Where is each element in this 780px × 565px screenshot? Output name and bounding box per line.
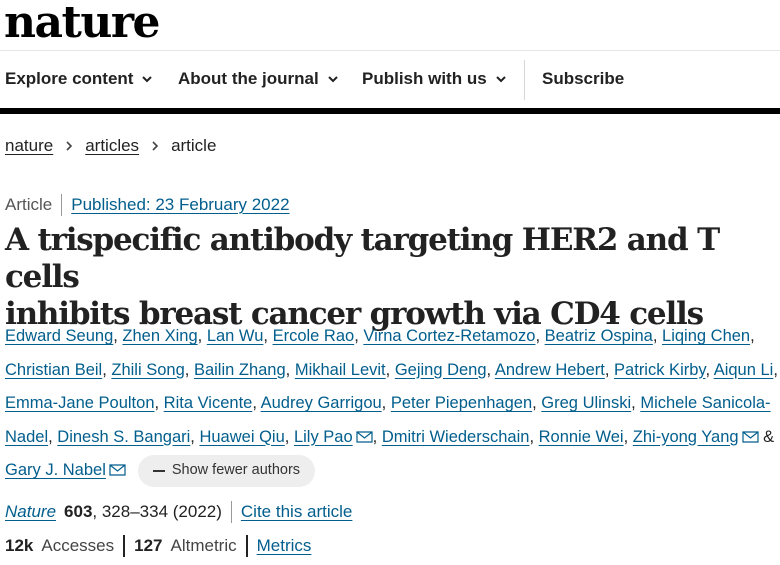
nav-about-journal-label: About the journal <box>178 69 319 88</box>
author-link[interactable]: Ronnie Wei <box>539 428 624 446</box>
chevron-down-icon <box>328 76 338 83</box>
author-link[interactable]: Ercole Rao <box>273 327 355 345</box>
nav-subscribe-label: Subscribe <box>542 69 625 88</box>
citation-line: Nature 603 , 328–334 (2022) Cite this ar… <box>5 501 352 523</box>
author-link[interactable]: Audrey Garrigou <box>261 394 382 412</box>
author-link[interactable]: Edward Seung <box>5 327 113 345</box>
author-link[interactable]: Liqing Chen <box>662 327 750 345</box>
nav-publish-with-us-label: Publish with us <box>362 69 487 88</box>
author-link[interactable]: Dmitri Wiederschain <box>382 428 530 446</box>
journal-volume: 603 <box>64 502 93 521</box>
article-title: A trispecific antibody targeting HER2 an… <box>5 222 765 333</box>
author-link[interactable]: Greg Ulinski <box>541 394 631 412</box>
chevron-down-icon <box>142 76 153 83</box>
accesses-count: 12k <box>5 536 34 555</box>
mail-icon[interactable] <box>356 430 373 443</box>
nav-bottom-bar <box>0 108 780 114</box>
author-link[interactable]: Huawei Qiu <box>199 428 284 446</box>
altmetric-label: Altmetric <box>170 536 237 555</box>
pages-year: , 328–334 (2022) <box>92 502 222 521</box>
chevron-right-icon <box>66 141 73 151</box>
author-link[interactable]: Christian Beil <box>5 361 102 379</box>
author-link[interactable]: Andrew Hebert <box>495 361 605 379</box>
author-link[interactable]: Lan Wu <box>207 327 264 345</box>
author-link[interactable]: Zhili Song <box>111 361 184 379</box>
minus-icon <box>152 469 165 472</box>
author-link[interactable]: Zhen Xing <box>122 327 197 345</box>
author-list: Edward Seung, Zhen Xing, Lan Wu, Ercole … <box>5 320 780 488</box>
author-link[interactable]: Patrick Kirby <box>614 361 705 379</box>
header-divider <box>0 50 780 51</box>
citation-divider <box>230 501 232 523</box>
article-meta: Article Published: 23 February 2022 <box>5 194 290 216</box>
nature-logo[interactable]: nature <box>4 0 161 48</box>
author-link[interactable]: Mikhail Levit <box>295 361 386 379</box>
show-fewer-authors-label: Show fewer authors <box>171 461 301 478</box>
metrics-link[interactable]: Metrics <box>257 536 312 556</box>
altmetric-score: 127 <box>134 536 163 555</box>
meta-divider <box>61 194 63 216</box>
accesses-label: Accesses <box>41 536 115 555</box>
cite-this-article-link[interactable]: Cite this article <box>241 502 352 522</box>
breadcrumb-nature-link[interactable]: nature <box>5 136 53 156</box>
author-link[interactable]: Gary J. Nabel <box>5 461 106 479</box>
metrics-divider <box>245 535 248 557</box>
author-link[interactable]: Virna Cortez-Retamozo <box>363 327 535 345</box>
author-link[interactable]: Aiqun Li <box>714 361 774 379</box>
author-link[interactable]: Emma-Jane Poulton <box>5 394 155 412</box>
author-link[interactable]: Lily Pao <box>294 428 353 446</box>
mail-icon[interactable] <box>741 430 759 443</box>
author-and-symbol: & <box>763 427 775 446</box>
author-link[interactable]: Zhi-yong Yang <box>633 428 739 446</box>
author-link[interactable]: Beatriz Ospina <box>545 327 653 345</box>
nav-about-journal[interactable]: About the journal <box>178 69 339 89</box>
author-link[interactable]: Peter Piepenhagen <box>391 394 532 412</box>
article-type: Article <box>5 195 53 214</box>
nav-explore-content[interactable]: Explore content <box>5 69 153 89</box>
author-link[interactable]: Bailin Zhang <box>194 361 286 379</box>
show-fewer-authors-button[interactable]: Show fewer authors <box>137 454 316 487</box>
metrics-line: 12k Accesses 127 Altmetric Metrics <box>5 535 311 557</box>
article-title-line-1: A trispecific antibody targeting HER2 an… <box>5 222 720 295</box>
breadcrumb-articles-link[interactable]: articles <box>85 136 139 156</box>
breadcrumb-current: article <box>171 136 217 155</box>
author-link[interactable]: Dinesh S. Bangari <box>57 428 190 446</box>
nav-publish-with-us[interactable]: Publish with us <box>362 69 507 89</box>
mail-icon[interactable] <box>109 464 126 476</box>
chevron-right-icon <box>152 141 159 151</box>
journal-link[interactable]: Nature <box>5 502 56 522</box>
chevron-down-icon <box>495 76 506 83</box>
metrics-divider <box>123 535 126 557</box>
main-nav: Explore content About the journal Publis… <box>0 52 780 108</box>
author-link[interactable]: Rita Vicente <box>164 394 253 412</box>
nav-explore-content-label: Explore content <box>5 69 134 88</box>
published-date-link[interactable]: Published: 23 February 2022 <box>71 195 289 215</box>
author-link[interactable]: Gejing Deng <box>395 361 487 379</box>
nav-subscribe[interactable]: Subscribe <box>542 69 624 89</box>
nav-divider <box>524 60 525 100</box>
breadcrumb: nature articles article <box>5 136 216 156</box>
